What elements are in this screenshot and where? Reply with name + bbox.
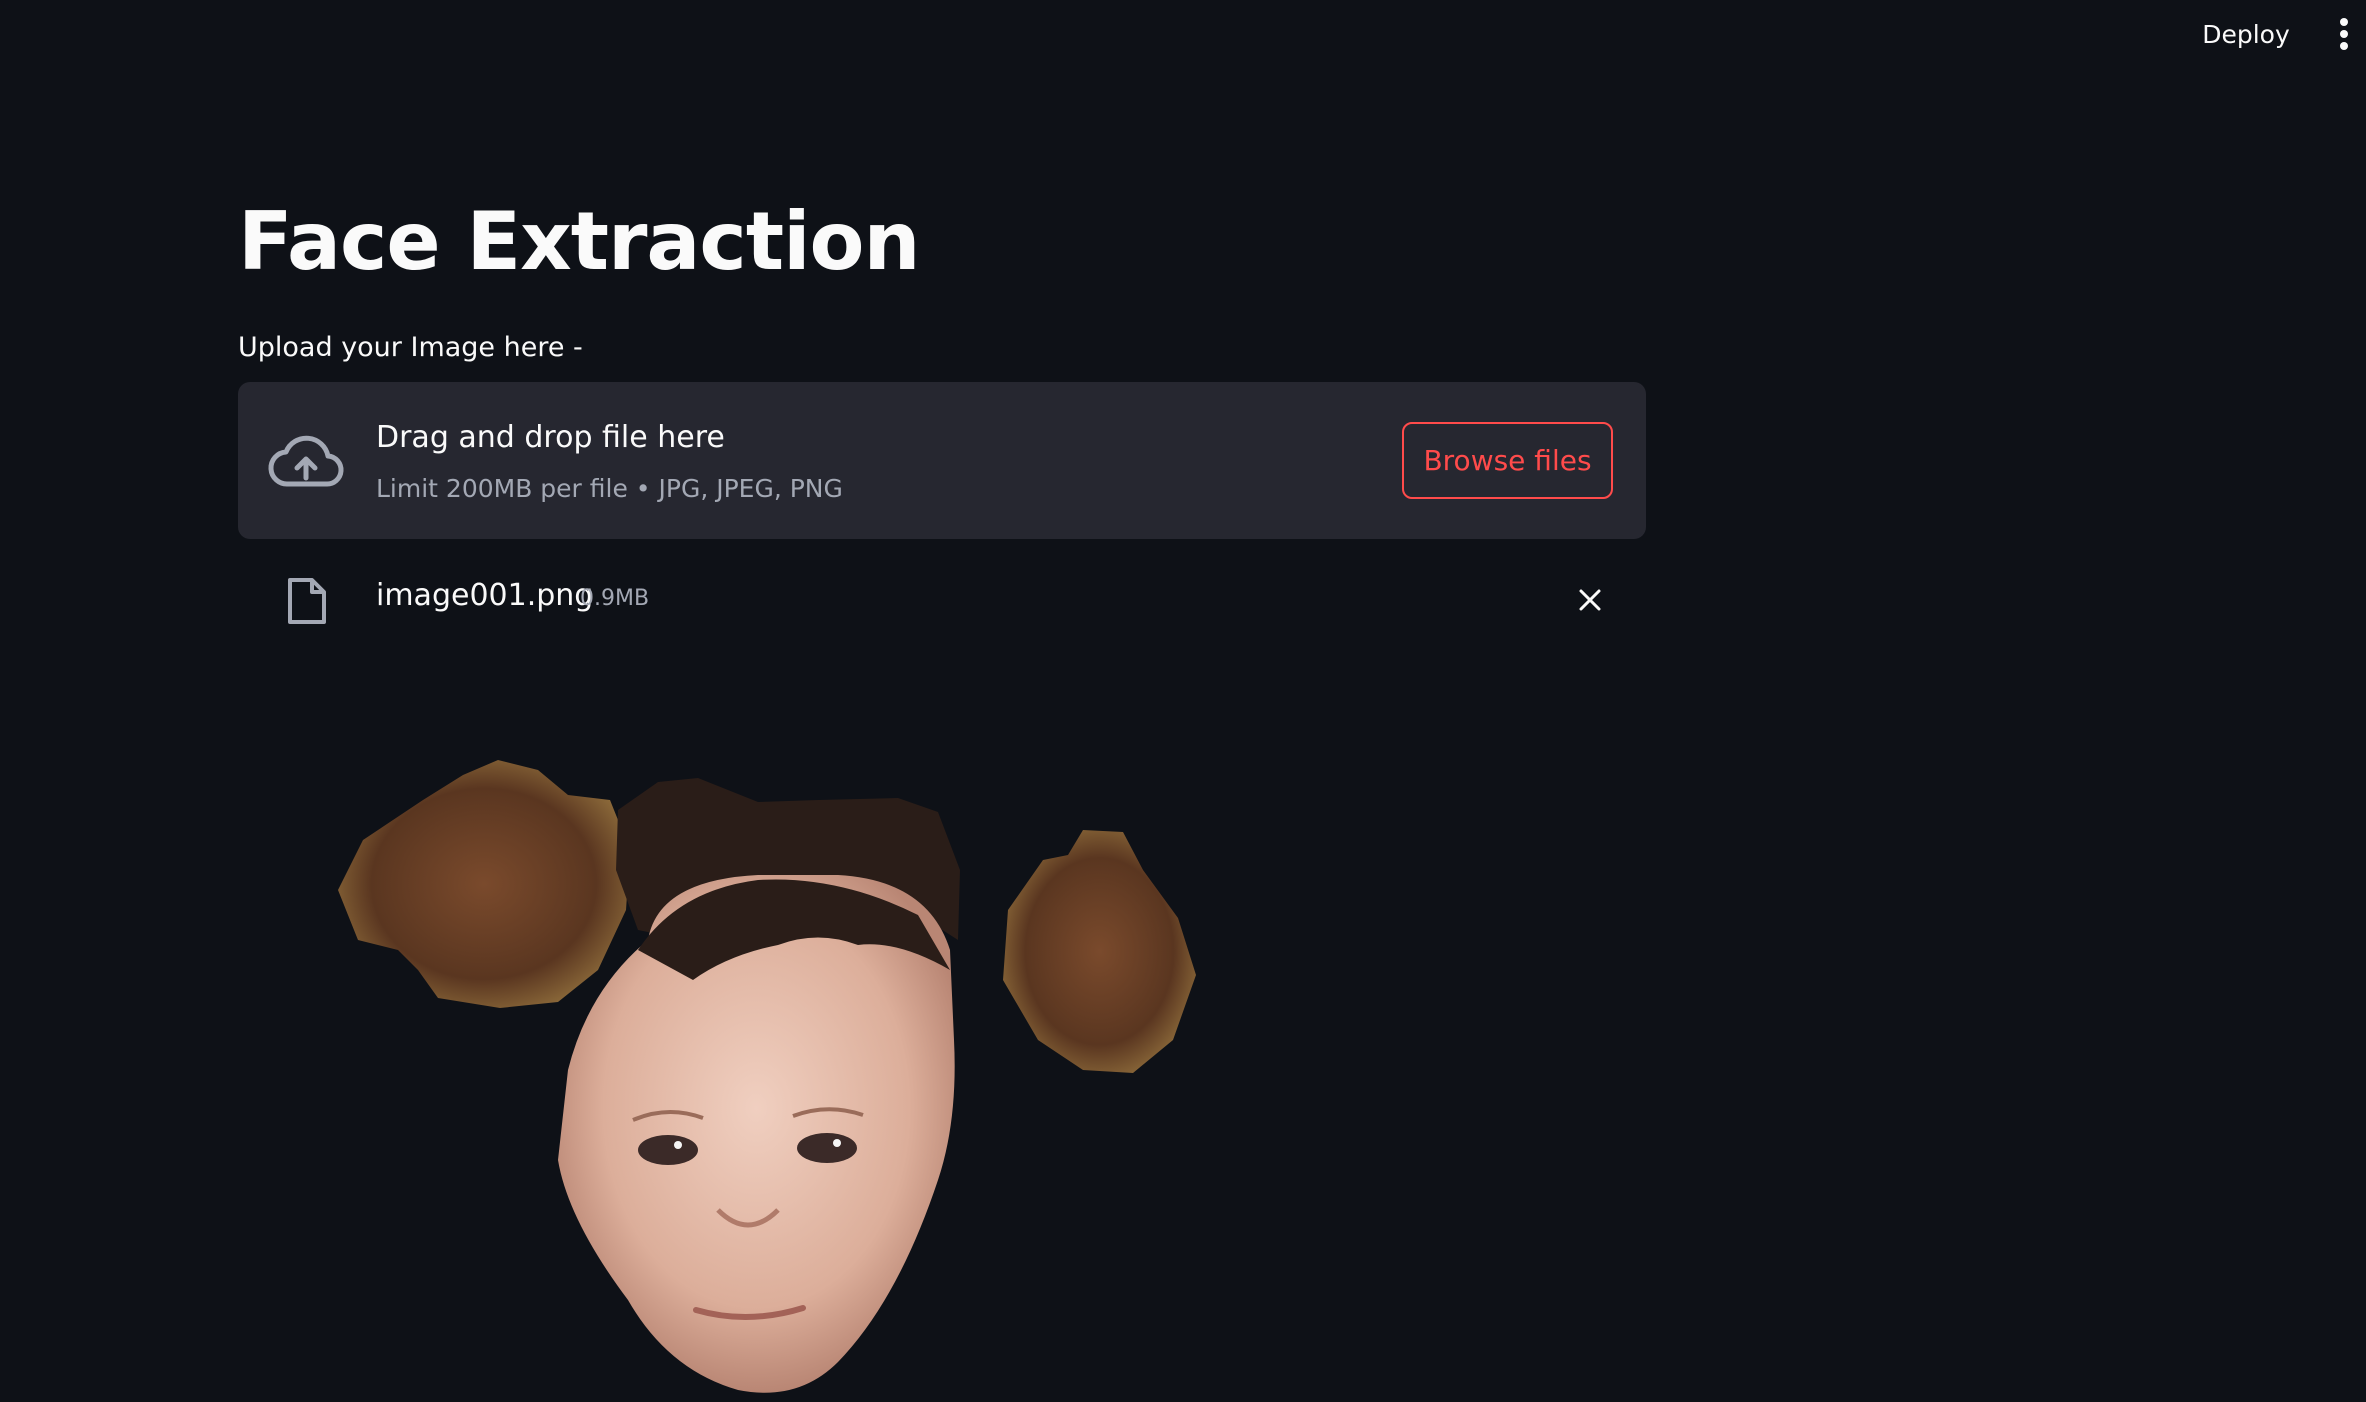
uploaded-file-row: image001.png 0.9MB [238, 562, 1646, 638]
close-icon [1579, 589, 1601, 611]
dropzone-limits: Limit 200MB per file • JPG, JPEG, PNG [376, 474, 843, 503]
uploaded-file-name: image001.png [376, 578, 594, 613]
file-icon [288, 578, 326, 624]
upload-label: Upload your Image here - [238, 332, 583, 363]
browse-files-button[interactable]: Browse files [1402, 422, 1613, 499]
extracted-face-image [338, 760, 1196, 1393]
dropzone-title: Drag and drop file here [376, 420, 725, 455]
cloud-upload-icon [268, 435, 344, 487]
file-dropzone[interactable]: Drag and drop file here Limit 200MB per … [238, 382, 1646, 539]
main-menu-button[interactable] [2326, 14, 2362, 54]
uploaded-file-size: 0.9MB [580, 586, 650, 611]
deploy-button[interactable]: Deploy [2186, 12, 2306, 56]
remove-file-button[interactable] [1572, 582, 1608, 618]
vertical-dots-icon [2340, 18, 2348, 50]
top-toolbar: Deploy [0, 0, 2366, 70]
page-title: Face Extraction [238, 195, 920, 288]
